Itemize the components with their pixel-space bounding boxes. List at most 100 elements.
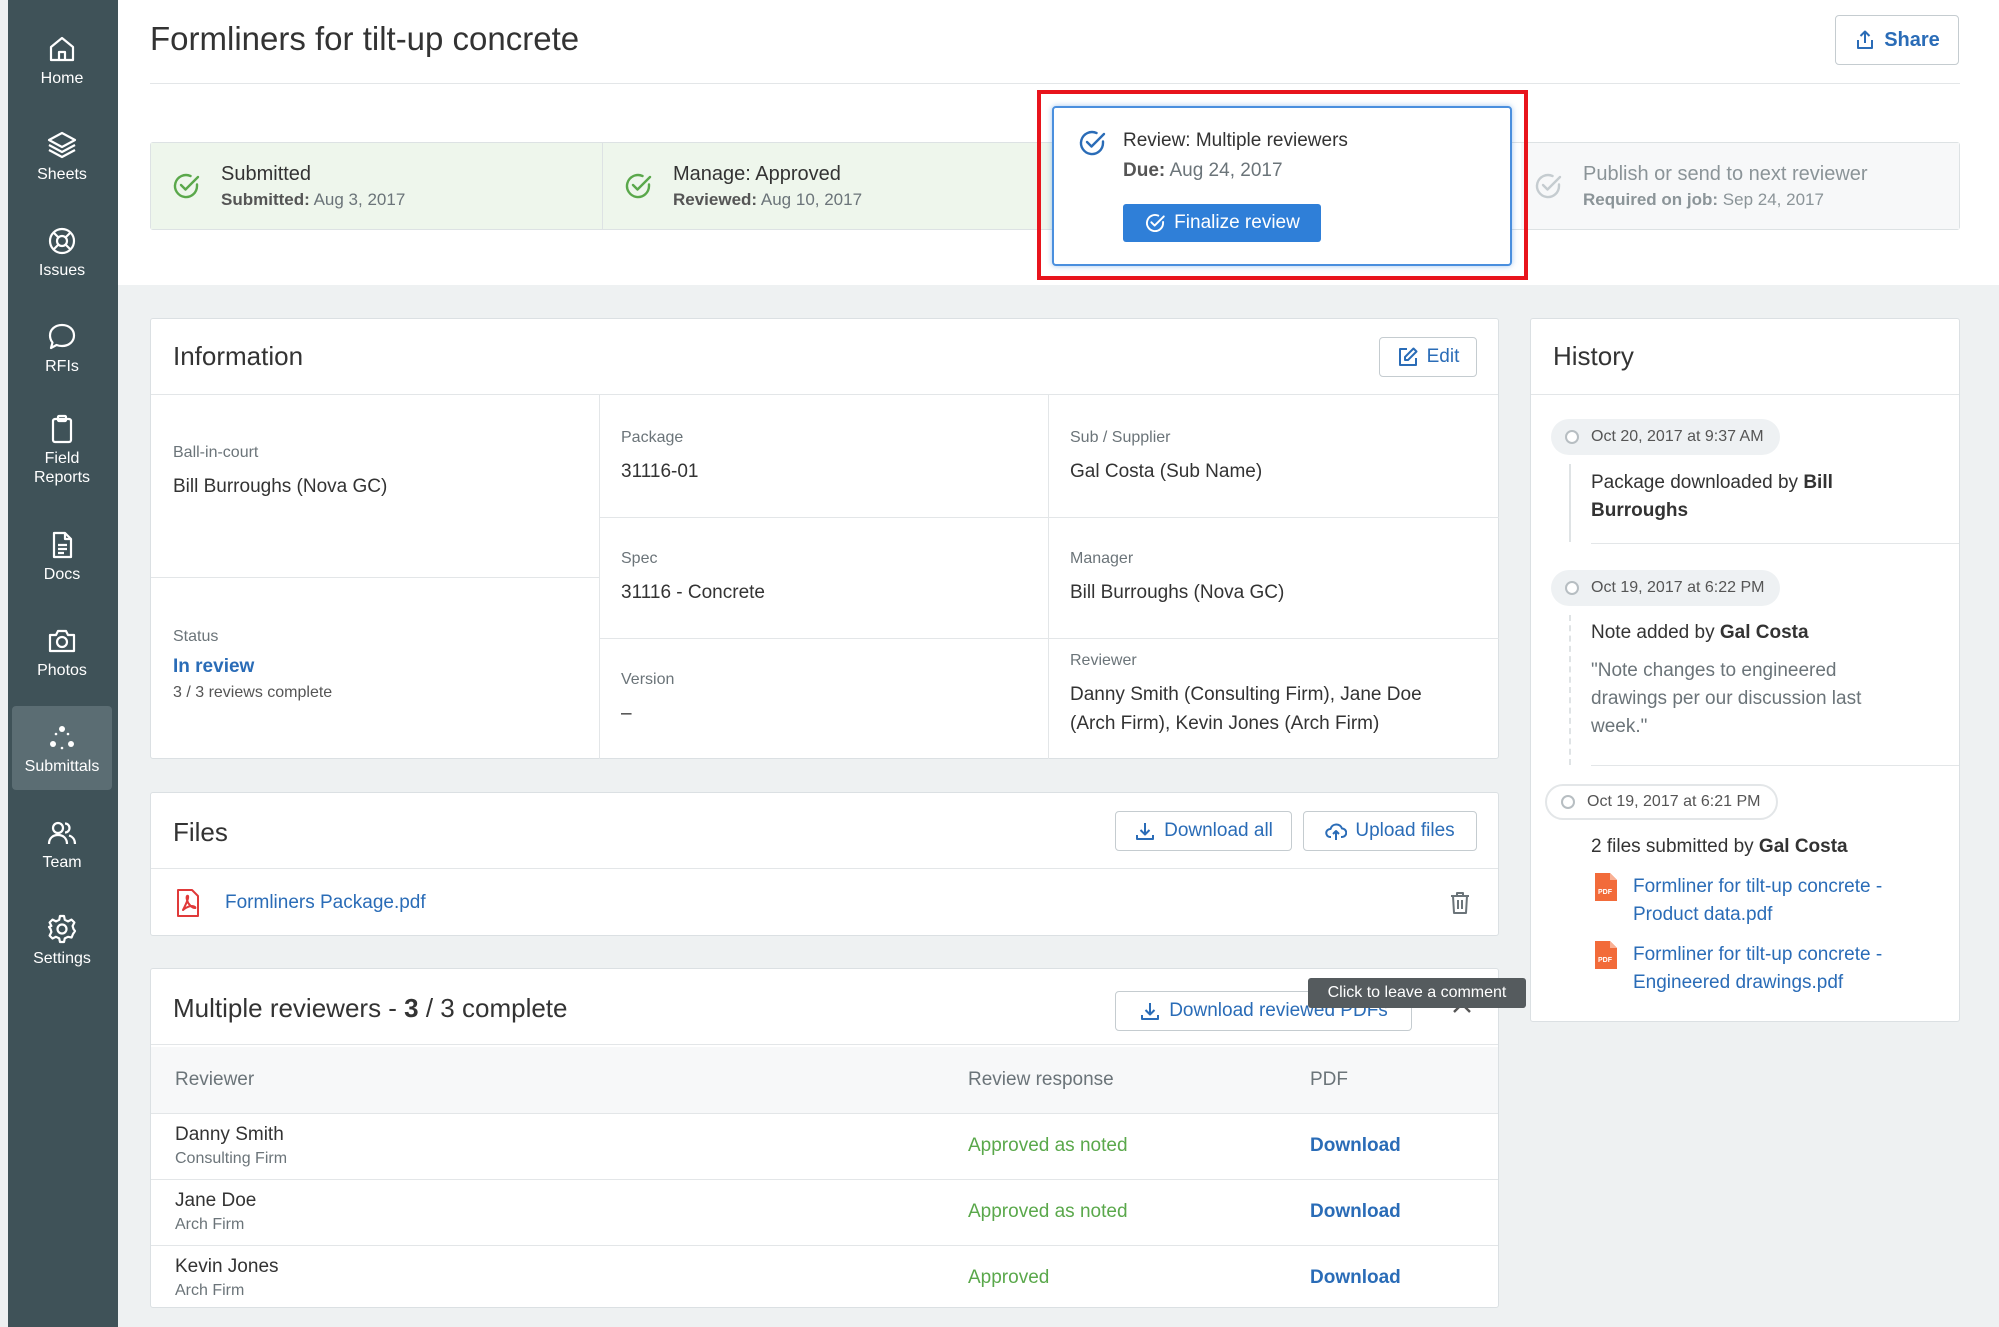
- column-header-reviewer: Reviewer: [151, 1047, 968, 1114]
- finalize-review-button[interactable]: Finalize review: [1123, 204, 1321, 242]
- nav-issues[interactable]: Issues: [12, 208, 112, 296]
- step-manage-sub-label: Reviewed:: [673, 189, 758, 209]
- review-response: Approved as noted: [968, 1135, 1128, 1156]
- review-response: Approved as noted: [968, 1201, 1128, 1222]
- history-time: Oct 20, 2017 at 9:37 AM: [1591, 428, 1764, 445]
- version-label: Version: [621, 671, 675, 688]
- files-title: Files: [173, 817, 228, 847]
- share-label: Share: [1884, 28, 1940, 51]
- comment-tooltip: Click to leave a comment: [1308, 978, 1526, 1008]
- reviewers-title-suffix: / 3 complete: [418, 993, 568, 1023]
- download-link[interactable]: Download: [1310, 1135, 1401, 1156]
- reviewer-org: Arch Firm: [175, 1282, 245, 1300]
- file-row: Formliners Package.pdf: [151, 871, 1498, 935]
- nav-home[interactable]: Home: [12, 16, 112, 104]
- review-response: Approved: [968, 1267, 1050, 1289]
- upload-files-button[interactable]: Upload files: [1303, 811, 1477, 851]
- nav-field-reports[interactable]: Field Reports: [12, 400, 112, 500]
- row-divider: [599, 638, 1499, 639]
- nav-submittals[interactable]: Submittals: [12, 706, 112, 790]
- nav-settings-label: Settings: [33, 949, 91, 967]
- file-link[interactable]: Formliners Package.pdf: [225, 892, 426, 914]
- ball-in-court-label: Ball-in-court: [173, 444, 259, 461]
- step-publish-title: Publish or send to next reviewer: [1583, 162, 1868, 185]
- trash-icon[interactable]: [1449, 891, 1471, 915]
- download-link[interactable]: Download: [1310, 1201, 1401, 1222]
- timeline-dot-icon: [1561, 795, 1575, 809]
- status-label: Status: [173, 628, 219, 645]
- spec-field: Spec 31116 - Concrete: [621, 550, 765, 607]
- layers-icon: [47, 131, 77, 158]
- nav-sheets[interactable]: Sheets: [12, 112, 112, 200]
- row-divider: [151, 577, 599, 578]
- nav-docs[interactable]: Docs: [12, 512, 112, 600]
- nav-team[interactable]: Team: [12, 800, 112, 888]
- history-note-quote: "Note changes to engineered drawings per…: [1591, 660, 1862, 737]
- table-row: Kevin Jones Arch Firm Approved Download: [151, 1245, 1498, 1311]
- timeline-rail: [1569, 615, 1571, 765]
- history-file: PDF Formliner for tilt-up concrete - Pro…: [1595, 873, 1935, 929]
- reviewer-value: Danny Smith (Consulting Firm), Jane Doe …: [1070, 684, 1422, 734]
- reviewer-field: Reviewer Danny Smith (Consulting Firm), …: [1070, 652, 1470, 738]
- nav-settings[interactable]: Settings: [12, 896, 112, 984]
- step-publish: Publish or send to next reviewer Require…: [1521, 143, 1959, 229]
- lifebuoy-icon: [48, 227, 76, 254]
- reviewers-header: Multiple reviewers - 3 / 3 complete Down…: [151, 969, 1498, 1045]
- history-title: History: [1553, 341, 1634, 371]
- cloud-upload-icon: [1325, 823, 1348, 840]
- gear-icon: [47, 914, 77, 943]
- step-manage-approved: Manage: Approved Reviewed: Aug 10, 2017: [603, 143, 1053, 229]
- pdf-file-icon: PDF: [1595, 941, 1617, 969]
- version-value: –: [621, 703, 632, 724]
- ball-in-court-field: Ball-in-court Bill Burroughs (Nova GC): [173, 444, 387, 501]
- version-field: Version –: [621, 671, 674, 728]
- reviewer-name: Kevin Jones: [175, 1256, 279, 1278]
- reviewers-table: Reviewer Review response PDF Danny Smith…: [151, 1047, 1498, 1311]
- history-action: Package downloaded by: [1591, 472, 1804, 493]
- history-timestamp: Oct 19, 2017 at 6:21 PM: [1545, 784, 1779, 820]
- clipboard-icon: [51, 414, 73, 444]
- history-file: PDF Formliner for tilt-up concrete - Eng…: [1595, 941, 1935, 997]
- step-publish-date: Sep 24, 2017: [1722, 189, 1824, 209]
- share-button[interactable]: Share: [1835, 15, 1959, 65]
- row-divider: [599, 517, 1499, 518]
- reviewer-org: Consulting Firm: [175, 1150, 288, 1167]
- nav-submittals-label: Submittals: [24, 757, 100, 775]
- history-file-link[interactable]: Formliner for tilt-up concrete - Enginee…: [1633, 941, 1935, 997]
- nav-rfis[interactable]: RFIs: [12, 304, 112, 392]
- status-field: Status In review 3 / 3 reviews complete: [173, 628, 332, 702]
- step-manage-date: Aug 10, 2017: [760, 189, 863, 209]
- edit-icon: [1398, 347, 1418, 366]
- reviewer-name: Danny Smith: [175, 1124, 284, 1145]
- pdf-file-icon: [177, 889, 199, 917]
- information-title: Information: [173, 341, 304, 371]
- chat-bubble-icon: [48, 323, 76, 349]
- files-card: Files Download all Upload files Formline…: [150, 792, 1499, 936]
- history-time: Oct 19, 2017 at 6:22 PM: [1591, 579, 1765, 596]
- history-file-link[interactable]: Formliner for tilt-up concrete - Product…: [1633, 873, 1935, 929]
- edit-button[interactable]: Edit: [1379, 337, 1477, 377]
- step-review-sub-label: Due:: [1123, 160, 1166, 181]
- step-review-active: Review: Multiple reviewers Due: Aug 24, …: [1052, 106, 1512, 266]
- step-manage-title: Manage: Approved: [673, 162, 841, 185]
- download-all-label: Download all: [1164, 820, 1273, 841]
- history-actor: Gal Costa: [1719, 622, 1809, 643]
- history-entry-text: 2 files submitted by Gal Costa: [1591, 833, 1931, 861]
- spec-label: Spec: [621, 550, 658, 567]
- nav-photos[interactable]: Photos: [12, 608, 112, 696]
- reviewers-title: Multiple reviewers - 3 / 3 complete: [173, 993, 568, 1024]
- download-link[interactable]: Download: [1310, 1267, 1401, 1288]
- history-time: Oct 19, 2017 at 6:21 PM: [1587, 793, 1761, 810]
- reviewers-title-prefix: Multiple reviewers -: [173, 993, 405, 1023]
- sidebar: Home Sheets Issues RFIs Field Reports Do…: [0, 0, 118, 1327]
- download-all-button[interactable]: Download all: [1115, 811, 1292, 851]
- nav-docs-label: Docs: [43, 565, 81, 583]
- history-divider: [1591, 543, 1959, 544]
- sub-supplier-value: Gal Costa (Sub Name): [1070, 461, 1263, 482]
- package-value: 31116-01: [621, 461, 699, 482]
- nav-issues-label: Issues: [38, 261, 86, 279]
- share-icon: [1857, 30, 1874, 49]
- status-value[interactable]: In review: [173, 656, 332, 678]
- history-timestamp: Oct 20, 2017 at 9:37 AM: [1551, 419, 1780, 455]
- timeline-rail: [1569, 464, 1571, 542]
